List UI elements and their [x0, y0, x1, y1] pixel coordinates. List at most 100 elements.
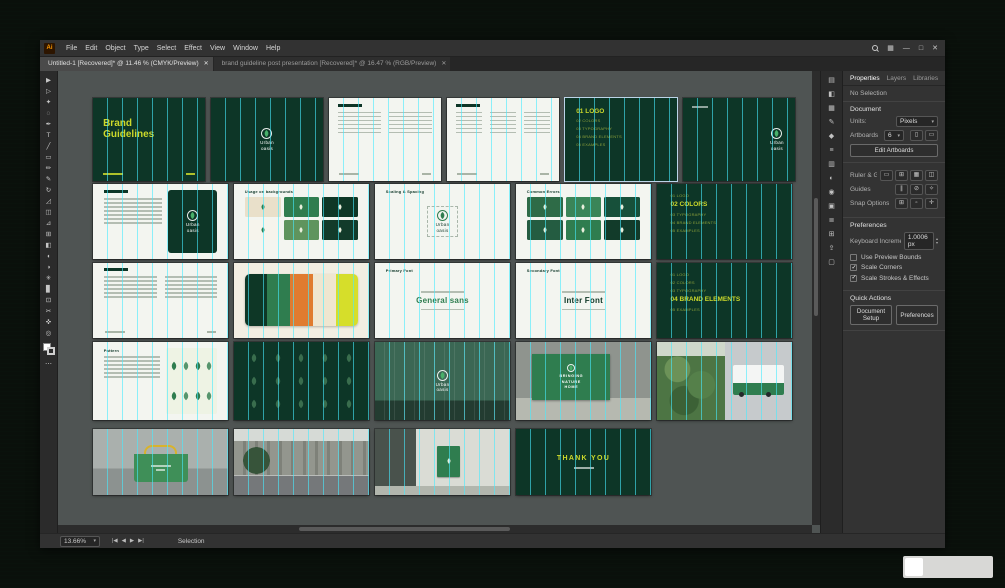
graphic-styles-panel-icon[interactable]: ▣ — [828, 203, 835, 210]
layers-panel-icon[interactable]: ≣ — [829, 217, 835, 224]
rulers-icon[interactable]: ▭ — [880, 170, 893, 181]
lock-guides-icon[interactable]: ⊘ — [910, 184, 923, 195]
close-tab-icon[interactable]: ✕ — [441, 57, 446, 71]
selection-tool[interactable]: ▶ — [41, 75, 57, 86]
artboard-r1c4[interactable] — [447, 98, 559, 181]
vertical-scroll-thumb[interactable] — [814, 198, 818, 317]
last-artboard-icon[interactable]: ▶| — [138, 538, 144, 544]
transparency-grid-icon[interactable]: ◫ — [925, 170, 938, 181]
artboard-r4c5[interactable] — [657, 342, 792, 420]
scale-strokes-effects-checkbox[interactable] — [850, 274, 857, 282]
hand-tool[interactable]: ✜ — [41, 317, 57, 328]
lasso-tool[interactable]: ◌ — [41, 108, 57, 119]
zoom-level-dropdown[interactable]: 13.66% ▾ — [60, 535, 100, 547]
shape-builder-tool[interactable]: ◫ — [41, 207, 57, 218]
artboard-r5c4[interactable]: THANK YOU — [516, 429, 651, 495]
color-panel-icon[interactable]: ▤ — [828, 77, 835, 84]
keyboard-increment-stepper[interactable]: 1.0006 px ▴ ▾ — [903, 232, 938, 250]
restore-button[interactable]: □ — [919, 45, 923, 52]
fill-stroke-swatches[interactable] — [42, 343, 55, 355]
artboard-r3c1[interactable] — [93, 263, 228, 338]
artboard-r4c1[interactable]: Pattern — [93, 342, 228, 420]
menu-view[interactable]: View — [206, 43, 229, 54]
first-artboard-icon[interactable]: |◀ — [112, 538, 118, 544]
snap-to-grid-icon[interactable]: ⊞ — [895, 198, 908, 209]
artboard-r3c3[interactable]: Primary Font General sans — [375, 263, 510, 338]
appearance-panel-icon[interactable]: ◉ — [828, 189, 834, 196]
horizontal-scrollbar[interactable] — [58, 525, 812, 533]
artboard-r1c5[interactable]: 01 LOGO 02 COLORS 03 TYPOGRAPHY 04 BRAND EL… — [565, 98, 677, 181]
show-guides-icon[interactable]: ∥ — [895, 184, 908, 195]
artboard-r5c3[interactable] — [375, 429, 510, 495]
vertical-scrollbar[interactable] — [812, 71, 820, 525]
artboard-r5c2[interactable] — [234, 429, 369, 495]
artboard-tool[interactable]: ⊡ — [41, 295, 57, 306]
artboard-r4c2[interactable] — [234, 342, 369, 420]
artboard-r2c1[interactable]: Urban oasis — [93, 184, 228, 259]
artboard-r4c4[interactable]: BRINGING NATURE HOME — [516, 342, 651, 420]
artboard-r3c4[interactable]: Secondary Font Inter Font — [516, 263, 651, 338]
stepper-arrows-icon[interactable]: ▴ ▾ — [936, 237, 938, 245]
search-icon[interactable] — [872, 45, 879, 51]
artboard-r3c5[interactable]: 01 LOGO 02 COLORS 03 TYPOGRAPHY 04 BRAND EL… — [657, 263, 792, 338]
use-preview-bounds-checkbox[interactable] — [850, 253, 857, 261]
pixel-grid-icon[interactable]: ▦ — [910, 170, 923, 181]
edit-artboards-button[interactable]: Edit Artboards — [850, 144, 938, 157]
artboard-r3c2[interactable] — [234, 263, 369, 338]
units-dropdown[interactable]: Pixels ▾ — [896, 116, 938, 127]
smart-guides-icon[interactable]: ✧ — [925, 184, 938, 195]
column-graph-tool[interactable]: ▊ — [41, 284, 57, 295]
previous-artboard-icon[interactable]: ◀ — [122, 538, 126, 544]
blend-tool[interactable]: ◑ — [41, 262, 57, 273]
menu-type[interactable]: Type — [130, 43, 153, 54]
menu-window[interactable]: Window — [229, 43, 262, 54]
scale-tool[interactable]: ◿ — [41, 196, 57, 207]
artboard-r1c1[interactable]: Brand Guidelines — [93, 98, 205, 181]
artboard-r1c6[interactable]: Urban oasis — [683, 98, 795, 181]
close-tab-icon[interactable]: ✕ — [204, 57, 209, 71]
artboard-r1c3[interactable] — [329, 98, 441, 181]
swatches-panel-icon[interactable]: ▦ — [828, 105, 835, 112]
gradient-panel-icon[interactable]: ▥ — [828, 161, 835, 168]
artboard-r1c2[interactable]: Urban oasis — [211, 98, 323, 181]
horizontal-scroll-thumb[interactable] — [299, 527, 511, 531]
perspective-grid-tool[interactable]: ⊿ — [41, 218, 57, 229]
color-guide-panel-icon[interactable]: ◧ — [828, 91, 835, 98]
artboard-r5c1[interactable] — [93, 429, 228, 495]
menu-select[interactable]: Select — [153, 43, 180, 54]
artboard-r4c3[interactable]: Urban oasis — [375, 342, 510, 420]
menu-effect[interactable]: Effect — [180, 43, 206, 54]
brushes-panel-icon[interactable]: ✎ — [829, 119, 835, 126]
artboard-landscape-icon[interactable]: ▭ — [925, 130, 938, 141]
scale-corners-checkbox[interactable] — [850, 264, 857, 271]
grid-icon[interactable]: ⊞ — [895, 170, 908, 181]
mesh-tool[interactable]: ⊞ — [41, 229, 57, 240]
artboard-portrait-icon[interactable]: ▯ — [910, 130, 923, 141]
rotate-tool[interactable]: ↻ — [41, 185, 57, 196]
document-setup-button[interactable]: Document Setup — [850, 305, 892, 325]
slice-tool[interactable]: ✂ — [41, 306, 57, 317]
symbol-sprayer-tool[interactable]: ✳ — [41, 273, 57, 284]
menu-edit[interactable]: Edit — [81, 43, 101, 54]
artboards-panel-icon[interactable]: ⊞ — [829, 231, 835, 238]
tab-libraries[interactable]: Libraries — [913, 75, 938, 82]
snap-to-pixel-icon[interactable]: ▫ — [910, 198, 923, 209]
libraries-panel-icon[interactable]: ▢ — [828, 259, 835, 266]
artboard-r2c3[interactable]: Scaling & Spacing Urban oasis — [375, 184, 510, 259]
asset-export-panel-icon[interactable]: ⇪ — [829, 245, 835, 252]
workspace-switcher-icon[interactable]: ▦ — [887, 45, 894, 52]
close-button[interactable]: ✕ — [932, 45, 938, 52]
line-segment-tool[interactable]: ╱ — [41, 141, 57, 152]
eyedropper-tool[interactable]: ◖ — [41, 251, 57, 262]
menu-file[interactable]: File — [62, 43, 81, 54]
pen-tool[interactable]: ✒ — [41, 119, 57, 130]
gradient-tool[interactable]: ◧ — [41, 240, 57, 251]
artboards-dropdown[interactable]: 6 ▾ — [884, 130, 904, 141]
preferences-button[interactable]: Preferences — [896, 305, 938, 325]
type-tool[interactable]: T — [41, 130, 57, 141]
document-tab-1[interactable]: Untitled-1 [Recovered]* @ 11.46 % (CMYK/… — [40, 57, 213, 71]
next-artboard-icon[interactable]: ▶ — [130, 538, 134, 544]
minimize-button[interactable]: — — [903, 45, 910, 52]
menu-object[interactable]: Object — [101, 43, 129, 54]
symbols-panel-icon[interactable]: ◆ — [829, 133, 834, 140]
